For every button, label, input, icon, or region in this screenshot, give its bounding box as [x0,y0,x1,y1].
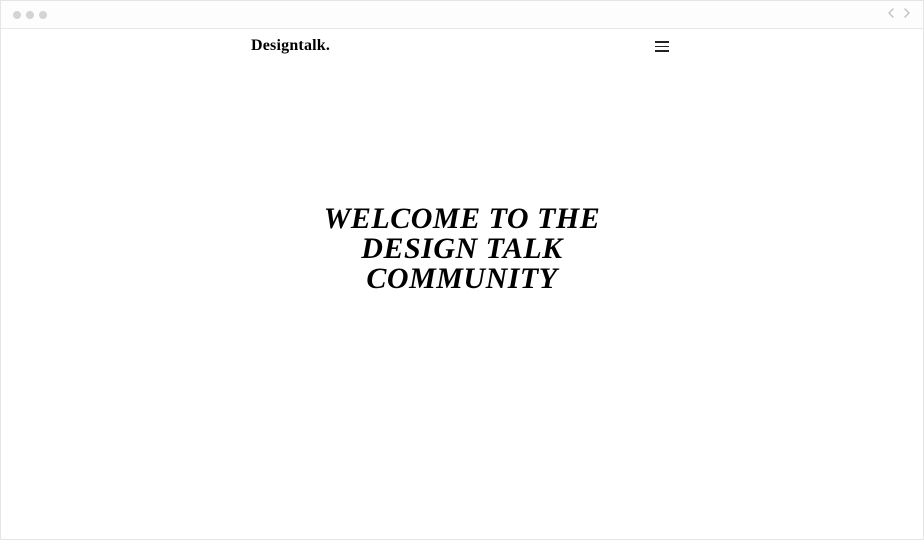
brand-logo[interactable]: Designtalk. [251,37,330,55]
page-header: Designtalk. [1,37,923,56]
window-controls [13,11,47,19]
minimize-window-icon[interactable] [26,11,34,19]
hamburger-icon [655,46,669,48]
close-window-icon[interactable] [13,11,21,19]
page-viewport: Designtalk. WELCOME TO THE DESIGN TALK C… [1,29,923,539]
browser-nav [887,7,911,23]
menu-button[interactable] [651,37,673,56]
hamburger-icon [655,50,669,52]
hamburger-icon [655,41,669,43]
maximize-window-icon[interactable] [39,11,47,19]
browser-chrome [1,1,923,29]
hero-title: WELCOME TO THE DESIGN TALK COMMUNITY [1,204,923,294]
back-button[interactable] [887,7,895,23]
hero-section: WELCOME TO THE DESIGN TALK COMMUNITY [1,204,923,294]
browser-frame: Designtalk. WELCOME TO THE DESIGN TALK C… [0,0,924,540]
forward-button[interactable] [903,7,911,23]
